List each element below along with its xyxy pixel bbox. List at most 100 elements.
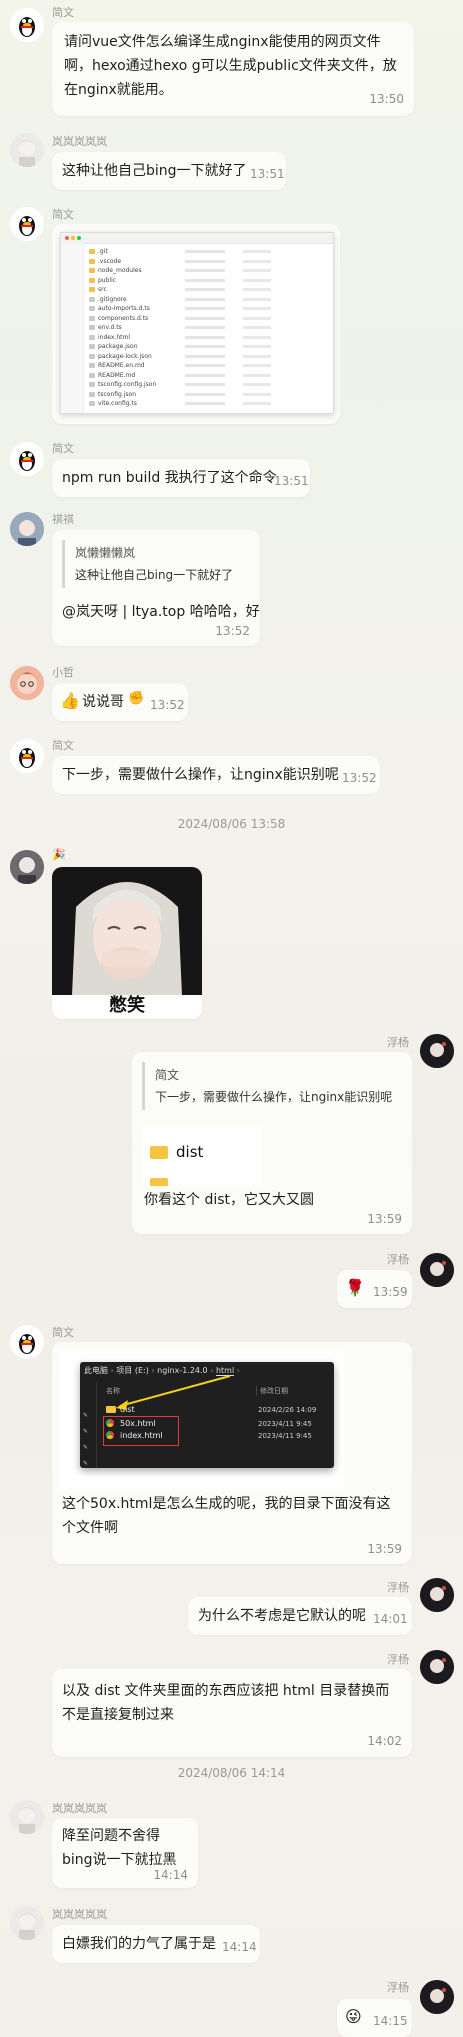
avatar[interactable] bbox=[10, 512, 44, 546]
sticker-image[interactable] bbox=[52, 867, 202, 995]
message-time: 13:59 bbox=[373, 1285, 408, 1299]
anime-avatar-icon bbox=[10, 1800, 44, 1834]
sender-name: 岚岚岚岚岚 bbox=[52, 135, 107, 148]
quoted-text: 这种让他自己bing一下就好了 bbox=[75, 568, 234, 582]
folder-card[interactable]: dist bbox=[142, 1126, 262, 1186]
file-meta-placeholder bbox=[243, 364, 271, 367]
file-row[interactable]: env.d.ts bbox=[89, 323, 329, 333]
file-meta-placeholder bbox=[243, 345, 271, 348]
file-meta-placeholder bbox=[243, 307, 271, 310]
avatar[interactable] bbox=[10, 207, 44, 241]
file-meta-placeholder bbox=[185, 278, 225, 282]
file-meta-placeholder bbox=[243, 288, 271, 291]
pin-icon: ✎ bbox=[83, 1444, 89, 1451]
image-bubble[interactable]: .git .vscode node_modules public src .gitigno… bbox=[52, 224, 340, 424]
file-row[interactable]: node_modules bbox=[89, 266, 329, 276]
anime-avatar-icon bbox=[10, 133, 44, 167]
pin-icon: ✎ bbox=[83, 1460, 89, 1467]
message-bubble[interactable]: 降至问题不舍得bing说一下就拉黑 14:14 bbox=[52, 1818, 198, 1888]
file-row[interactable]: src bbox=[89, 285, 329, 295]
file-icon bbox=[89, 401, 95, 406]
file-row[interactable]: package-lock.json bbox=[89, 352, 329, 362]
message-text: 下一步，需要做什么操作，让nginx能识别呢 bbox=[62, 767, 339, 783]
file-row[interactable]: index.html bbox=[89, 333, 329, 343]
message-bubble[interactable]: 请问vue文件怎么编译生成nginx能使用的网页文件啊，hexo通过hexo g… bbox=[52, 22, 414, 116]
message-time: 13:59 bbox=[367, 1542, 402, 1556]
folder-icon bbox=[89, 258, 95, 264]
message-bubble[interactable]: 🌹 13:59 bbox=[337, 1270, 412, 1308]
file-icon bbox=[89, 306, 95, 311]
file-meta-placeholder bbox=[185, 335, 225, 339]
message-bubble[interactable]: 简文 下一步，需要做什么操作，让nginx能识别呢 dist 你看这个 dist… bbox=[132, 1052, 412, 1234]
folder-icon bbox=[150, 1178, 168, 1186]
avatar[interactable] bbox=[10, 739, 44, 773]
file-explorer-screenshot[interactable]: 此电脑 › 项目 (E:) › nginx-1.24.0 › html › 名称… bbox=[60, 1350, 344, 1490]
folder-icon bbox=[89, 249, 95, 254]
file-explorer-screenshot[interactable]: .git .vscode node_modules public src .gitigno… bbox=[60, 232, 334, 414]
file-meta-placeholder bbox=[185, 307, 225, 310]
avatar[interactable] bbox=[10, 8, 44, 42]
file-name: vite.config.ts bbox=[98, 400, 137, 407]
avatar[interactable] bbox=[10, 1325, 44, 1359]
message-bubble[interactable]: 岚懒懒懒岚 这种让他自己bing一下就好了 @岚天呀 | ltya.top 哈哈… bbox=[52, 530, 260, 646]
avatar[interactable] bbox=[420, 1034, 454, 1068]
avatar[interactable] bbox=[420, 1578, 454, 1612]
message-text: 以及 dist 文件夹里面的东西应该把 html 目录替换而不是直接复制过来 bbox=[62, 1683, 390, 1723]
message-bubble[interactable]: 👍 说说哥 ✊ 13:52 bbox=[52, 683, 188, 721]
file-meta-placeholder bbox=[185, 345, 225, 348]
file-row[interactable]: auto-imports.d.ts bbox=[89, 304, 329, 314]
message-bubble[interactable]: 这种让他自己bing一下就好了 13:51 bbox=[52, 152, 286, 190]
folder-icon bbox=[89, 287, 95, 292]
anime-avatar-icon bbox=[420, 1578, 454, 1612]
file-row[interactable]: README.md bbox=[89, 371, 329, 381]
file-meta-placeholder bbox=[185, 354, 225, 358]
file-meta-placeholder bbox=[243, 402, 271, 405]
message-bubble[interactable]: 此电脑 › 项目 (E:) › nginx-1.24.0 › html › 名称… bbox=[52, 1342, 412, 1564]
file-icon bbox=[89, 344, 95, 349]
file-row[interactable]: vite.config.ts bbox=[89, 399, 329, 409]
file-meta-placeholder bbox=[243, 354, 271, 358]
message-bubble[interactable]: 白嫖我们的力气了属于是 14:14 bbox=[52, 1925, 260, 1963]
sticker-bubble[interactable]: 憋笑 bbox=[52, 867, 202, 1019]
file-meta-placeholder bbox=[185, 326, 225, 329]
message-time: 13:52 bbox=[342, 771, 377, 785]
avatar[interactable] bbox=[420, 1650, 454, 1684]
message-time: 13:52 bbox=[150, 698, 185, 712]
message-bubble[interactable]: 😜 14:15 bbox=[337, 1999, 412, 2037]
file-icon bbox=[89, 391, 95, 397]
file-row[interactable]: tsconfig.json bbox=[89, 390, 329, 400]
file-meta-placeholder bbox=[243, 392, 271, 396]
avatar[interactable] bbox=[420, 1980, 454, 2014]
avatar[interactable] bbox=[10, 666, 44, 700]
avatar[interactable] bbox=[10, 133, 44, 167]
message-bubble[interactable]: 下一步，需要做什么操作，让nginx能识别呢 13:52 bbox=[52, 756, 380, 794]
file-row[interactable]: .gitignore bbox=[89, 295, 329, 305]
quoted-message[interactable]: 岚懒懒懒岚 这种让他自己bing一下就好了 bbox=[62, 540, 251, 588]
message-bubble[interactable]: 为什么不考虑是它默认的呢 14:01 bbox=[188, 1597, 412, 1635]
message-text: 这个50x.html是怎么生成的呢，我的目录下面没有这个文件啊 bbox=[62, 1496, 391, 1536]
anime-avatar-icon bbox=[420, 1034, 454, 1068]
message-bubble[interactable]: 以及 dist 文件夹里面的东西应该把 html 目录替换而不是直接复制过来 1… bbox=[52, 1669, 412, 1757]
file-row[interactable]: README.en.md bbox=[89, 361, 329, 371]
file-row[interactable]: .vscode bbox=[89, 257, 329, 267]
avatar[interactable] bbox=[420, 1253, 454, 1287]
file-row[interactable]: tsconfig.config.json bbox=[89, 380, 329, 390]
avatar[interactable] bbox=[10, 1906, 44, 1940]
avatar[interactable] bbox=[10, 442, 44, 476]
file-name: index.html bbox=[98, 333, 130, 341]
message-bubble[interactable]: npm run build 我执行了这个命令 13:51 bbox=[52, 459, 310, 497]
file-meta-placeholder bbox=[185, 297, 225, 301]
qq-penguin-icon bbox=[10, 442, 44, 476]
file-name: README.en.md bbox=[98, 362, 145, 369]
file-row[interactable]: package.json bbox=[89, 342, 329, 352]
file-name: public bbox=[98, 276, 117, 284]
avatar[interactable] bbox=[10, 850, 44, 884]
quoted-text: 下一步，需要做什么操作，让nginx能识别呢 bbox=[155, 1090, 393, 1104]
file-row[interactable]: public bbox=[89, 276, 329, 286]
avatar[interactable] bbox=[10, 1800, 44, 1834]
file-row[interactable]: .git bbox=[89, 247, 329, 257]
file-icon bbox=[89, 296, 95, 302]
quoted-message[interactable]: 简文 下一步，需要做什么操作，让nginx能识别呢 bbox=[142, 1062, 403, 1110]
file-row[interactable]: components.d.ts bbox=[89, 314, 329, 324]
yellow-arrow-annotation bbox=[116, 1375, 231, 1410]
